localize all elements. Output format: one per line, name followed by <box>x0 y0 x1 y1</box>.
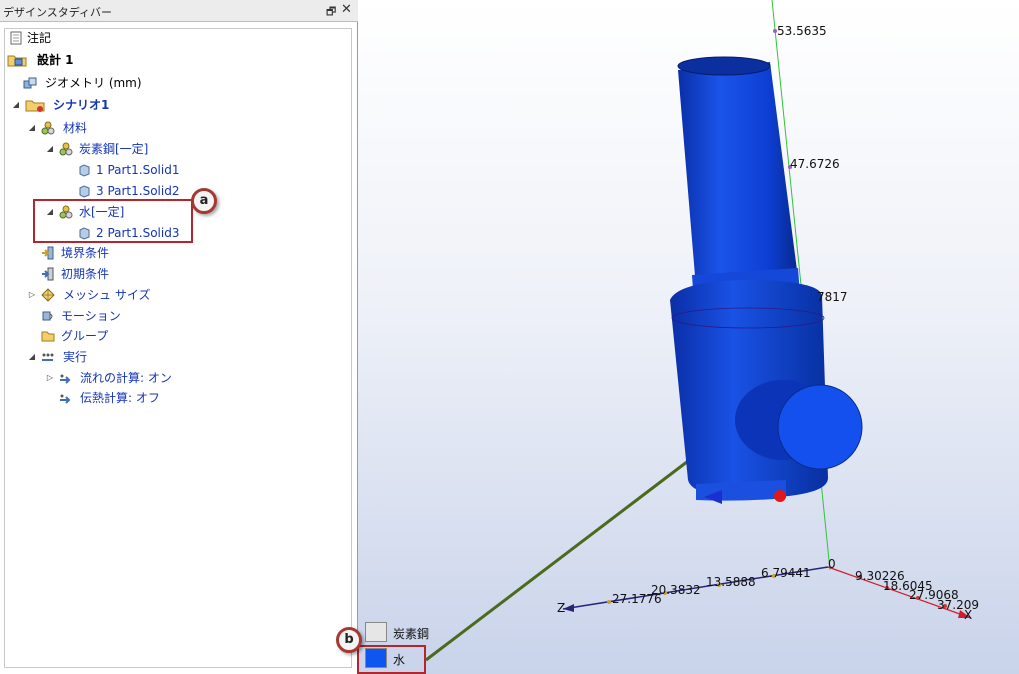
tree-label-initial: 初期条件 <box>61 267 110 281</box>
panel-title-bar: デザインスタディバー 🗗 ✕ <box>0 0 358 22</box>
z-tick-label: 27.1776 <box>612 592 662 606</box>
tree-label-flow-calc: 流れの計算: オン <box>80 371 172 385</box>
legend-label-steel: 炭素鋼 <box>393 627 430 641</box>
tree-label-run: 実行 <box>63 350 88 364</box>
part-icon <box>79 164 90 177</box>
geometry-icon <box>23 77 37 89</box>
graphics-viewport[interactable]: 53.5635 47.6726 7817 0 9.30226 18.6045 2… <box>358 0 1019 674</box>
y-tick-label: 53.5635 <box>777 24 827 38</box>
water-material-highlight-box <box>33 199 193 243</box>
tree-label-heat-calc: 伝熱計算: オフ <box>80 391 160 405</box>
materials-icon <box>41 121 55 135</box>
panel-title: デザインスタディバー <box>3 6 113 19</box>
leader-line <box>425 453 697 662</box>
tree-label-part-solid1: 1 Part1.Solid1 <box>96 163 180 177</box>
upper-tube <box>678 62 798 288</box>
pin-icon[interactable]: 🗗 <box>326 3 336 22</box>
tree-label-design: 設計 1 <box>37 53 74 67</box>
heat-calc-icon <box>60 394 71 404</box>
close-icon[interactable]: ✕ <box>341 2 352 17</box>
collapse-arrow-icon[interactable]: ◢ <box>27 119 37 137</box>
legend-swatch-steel <box>365 622 387 642</box>
run-icon <box>42 353 54 361</box>
side-nozzle-face <box>777 384 863 470</box>
collapse-arrow-icon[interactable]: ◢ <box>11 96 21 114</box>
z-tick-dot <box>607 600 611 604</box>
collapse-arrow-icon[interactable]: ◢ <box>27 348 37 366</box>
design-study-bar: デザインスタディバー 🗗 ✕ 注記 設計 1 ジオメトリ (mm) ◢ シナリオ… <box>0 0 358 674</box>
tree-label-scenario: シナリオ1 <box>53 98 110 112</box>
tree-label-material-steel: 炭素鋼[一定] <box>79 142 149 156</box>
material-icon <box>59 142 73 156</box>
flow-calc-icon <box>60 374 71 384</box>
part-icon <box>79 185 90 198</box>
tree-label-motion: モーション <box>61 309 121 323</box>
z-tick-label: 6.79441 <box>761 566 811 580</box>
group-folder-icon <box>41 331 55 342</box>
legend-item-steel: 炭素鋼 <box>365 622 445 644</box>
tree-label-groups: グループ <box>61 329 109 343</box>
collapse-arrow-icon[interactable]: ◢ <box>45 140 55 158</box>
y-tick-label: 47.6726 <box>790 157 840 171</box>
expand-arrow-icon[interactable]: ▷ <box>27 286 37 304</box>
x-axis-label: X <box>964 608 972 622</box>
mesh-icon <box>41 288 55 302</box>
z-tick-label: 13.5888 <box>706 575 756 589</box>
notes-icon <box>10 31 22 45</box>
tree-label-boundary: 境界条件 <box>61 246 110 260</box>
model-view-svg: 53.5635 47.6726 7817 0 9.30226 18.6045 2… <box>425 0 979 662</box>
expand-arrow-icon[interactable]: ▷ <box>45 369 55 387</box>
callout-b: b <box>336 627 362 653</box>
design-tree: 注記 設計 1 ジオメトリ (mm) ◢ シナリオ1 ◢ 材料 ◢ 炭素鋼[一定… <box>4 28 352 668</box>
tree-label-mesh: メッシュ サイズ <box>63 288 151 302</box>
x-tick-label: 37.209 <box>937 598 979 612</box>
z-axis-label: Z <box>557 601 565 615</box>
water-legend-highlight-box <box>357 645 426 674</box>
tree-label-notes: 注記 <box>27 31 52 45</box>
tree-label-part-solid2: 3 Part1.Solid2 <box>96 184 180 198</box>
origin-marker <box>774 490 786 502</box>
design-folder-icon <box>7 55 27 67</box>
callout-a: a <box>191 188 217 214</box>
tree-label-materials: 材料 <box>63 121 88 135</box>
motion-icon <box>42 311 53 321</box>
tree-label-geometry: ジオメトリ (mm) <box>45 76 142 90</box>
scenario-icon <box>25 100 45 112</box>
origin-label: 0 <box>828 557 836 571</box>
tube-top-opening <box>677 56 771 76</box>
initial-conditions-icon <box>42 267 54 281</box>
y-tick-label: 7817 <box>817 290 848 304</box>
boundary-conditions-icon <box>42 246 54 260</box>
